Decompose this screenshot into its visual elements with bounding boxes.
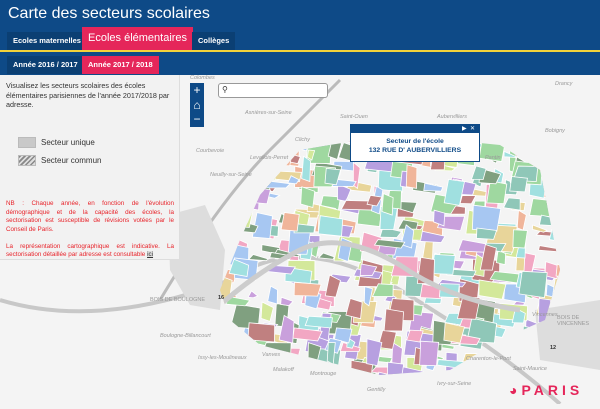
info-panel: Visualisez les secteurs scolaires des éc… [0,75,180,260]
solid-swatch-icon [18,137,36,148]
map-label: Drancy [555,81,573,87]
tab-ecoles-maternelles[interactable]: Ecoles maternelles [7,32,87,50]
sector-patch[interactable] [419,340,440,367]
sector-patch[interactable] [280,212,300,232]
hatched-swatch-icon [18,155,36,166]
zoom-out-button[interactable]: − [190,112,204,127]
tab-annee-2017-2018[interactable]: Année 2017 / 2018 [82,56,159,74]
nb-text: NB : Chaque année, en fonction de l'évol… [6,200,174,233]
map-label: Vincennes [532,312,558,318]
sector-patch[interactable] [381,193,394,216]
popup-address: 132 RUE D' AUBERVILLIERS [368,147,462,154]
map-label: Pantin [485,155,501,161]
sector-patch[interactable] [476,227,498,240]
map-label: Courbevoie [196,148,225,154]
legend-secteur-unique: Secteur unique [18,137,95,148]
popup-title: Secteur de l'école [386,138,444,145]
divider [0,50,600,52]
sector-patch[interactable] [293,281,322,297]
ici-link[interactable]: ici [147,251,154,258]
legend-secteur-commun: Secteur commun [18,155,101,166]
map-label: Gentilly [367,387,386,393]
map-label: Montrouge [310,371,337,377]
tab-ecoles-elementaires[interactable]: Ecoles élémentaires [82,27,194,50]
sector-patch[interactable] [509,176,528,193]
paris-logo: ◕PARIS [509,382,584,398]
sector-patch[interactable] [317,215,344,237]
school-popup: ▶ ✕ Secteur de l'école 132 RUE D' AUBERVI… [350,124,480,162]
map-label: Issy-les-Moulineaux [198,355,247,361]
app-header: Carte des secteurs scolaires Ecoles mate… [0,0,600,75]
map-label: Ivry-sur-Seine [437,381,472,387]
next-icon[interactable]: ▶ [462,126,467,132]
intro-text: Visualisez les secteurs scolaires des éc… [6,81,170,109]
close-icon[interactable]: ✕ [470,126,475,132]
map-label: Saint-Maurice [513,366,547,372]
tab-colleges[interactable]: Collèges [192,32,236,50]
map-label: Malakoff [273,367,294,373]
map-label: Colombes [190,75,215,81]
zoom-control: + ⌂ − [190,83,204,127]
map-label: Neuilly-sur-Seine [210,172,252,178]
map-label: Boulogne-Billancourt [160,333,211,339]
map-label: BOIS DE VINCENNES [557,315,590,327]
map-label: Bobigny [545,128,565,134]
map-label: Clichy [295,137,310,143]
map-label: Saint-Ouen [340,114,368,120]
sector-patch[interactable] [405,164,418,189]
sector-patch[interactable] [518,270,548,299]
map-label: Vanves [262,352,281,358]
disclaimer: La représentation cartographique est ind… [6,242,174,258]
sector-patch[interactable] [304,315,333,329]
zoom-in-button[interactable]: + [190,83,204,98]
map-label: BOIS DE BOULOGNE [150,297,206,303]
sector-patch[interactable] [431,253,456,275]
map-label: Levallois-Perret [250,155,289,161]
map-label: 12 [550,345,557,351]
map-label: 16 [218,295,225,301]
sector-patch[interactable] [471,204,502,232]
map-label: Charenton-le-Pont [466,356,511,362]
sector-patch[interactable] [486,180,508,205]
popup-header: ▶ ✕ [351,125,479,133]
map-label: Asnières-sur-Seine [245,110,292,116]
search-icon: ⚲ [222,85,228,94]
home-button[interactable]: ⌂ [190,98,204,113]
page-title: Carte des secteurs scolaires [8,5,210,22]
map-label: Aubervilliers [437,114,467,120]
sector-patch[interactable] [512,229,528,249]
tab-annee-2016-2017[interactable]: Année 2016 / 2017 [7,56,84,74]
address-search-input[interactable]: ⚲ [218,83,328,98]
sector-patch[interactable] [406,329,424,343]
sector-patch[interactable] [383,308,404,332]
sector-patch[interactable] [301,155,311,183]
nb-note: NB : Chaque année, en fonction de l'évol… [6,200,174,260]
